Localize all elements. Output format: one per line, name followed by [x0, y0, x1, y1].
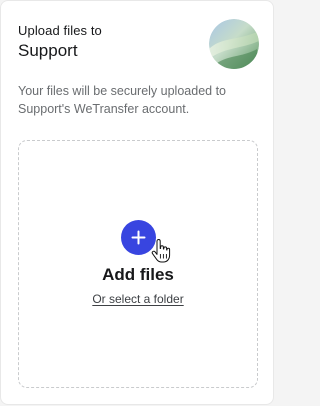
file-dropzone[interactable]: Add files Or select a folder [18, 140, 258, 388]
support-avatar-icon [209, 19, 259, 69]
add-files-title[interactable]: Add files [19, 265, 257, 285]
recipient-name: Support [18, 41, 78, 60]
upload-to-label: Upload files to [18, 23, 102, 38]
hand-pointer-cursor-icon [151, 239, 171, 263]
upload-description: Your files will be securely uploaded to … [18, 84, 226, 116]
upload-card: Upload files to Support Your files will … [0, 0, 274, 405]
select-folder-link[interactable]: Or select a folder [19, 292, 257, 306]
